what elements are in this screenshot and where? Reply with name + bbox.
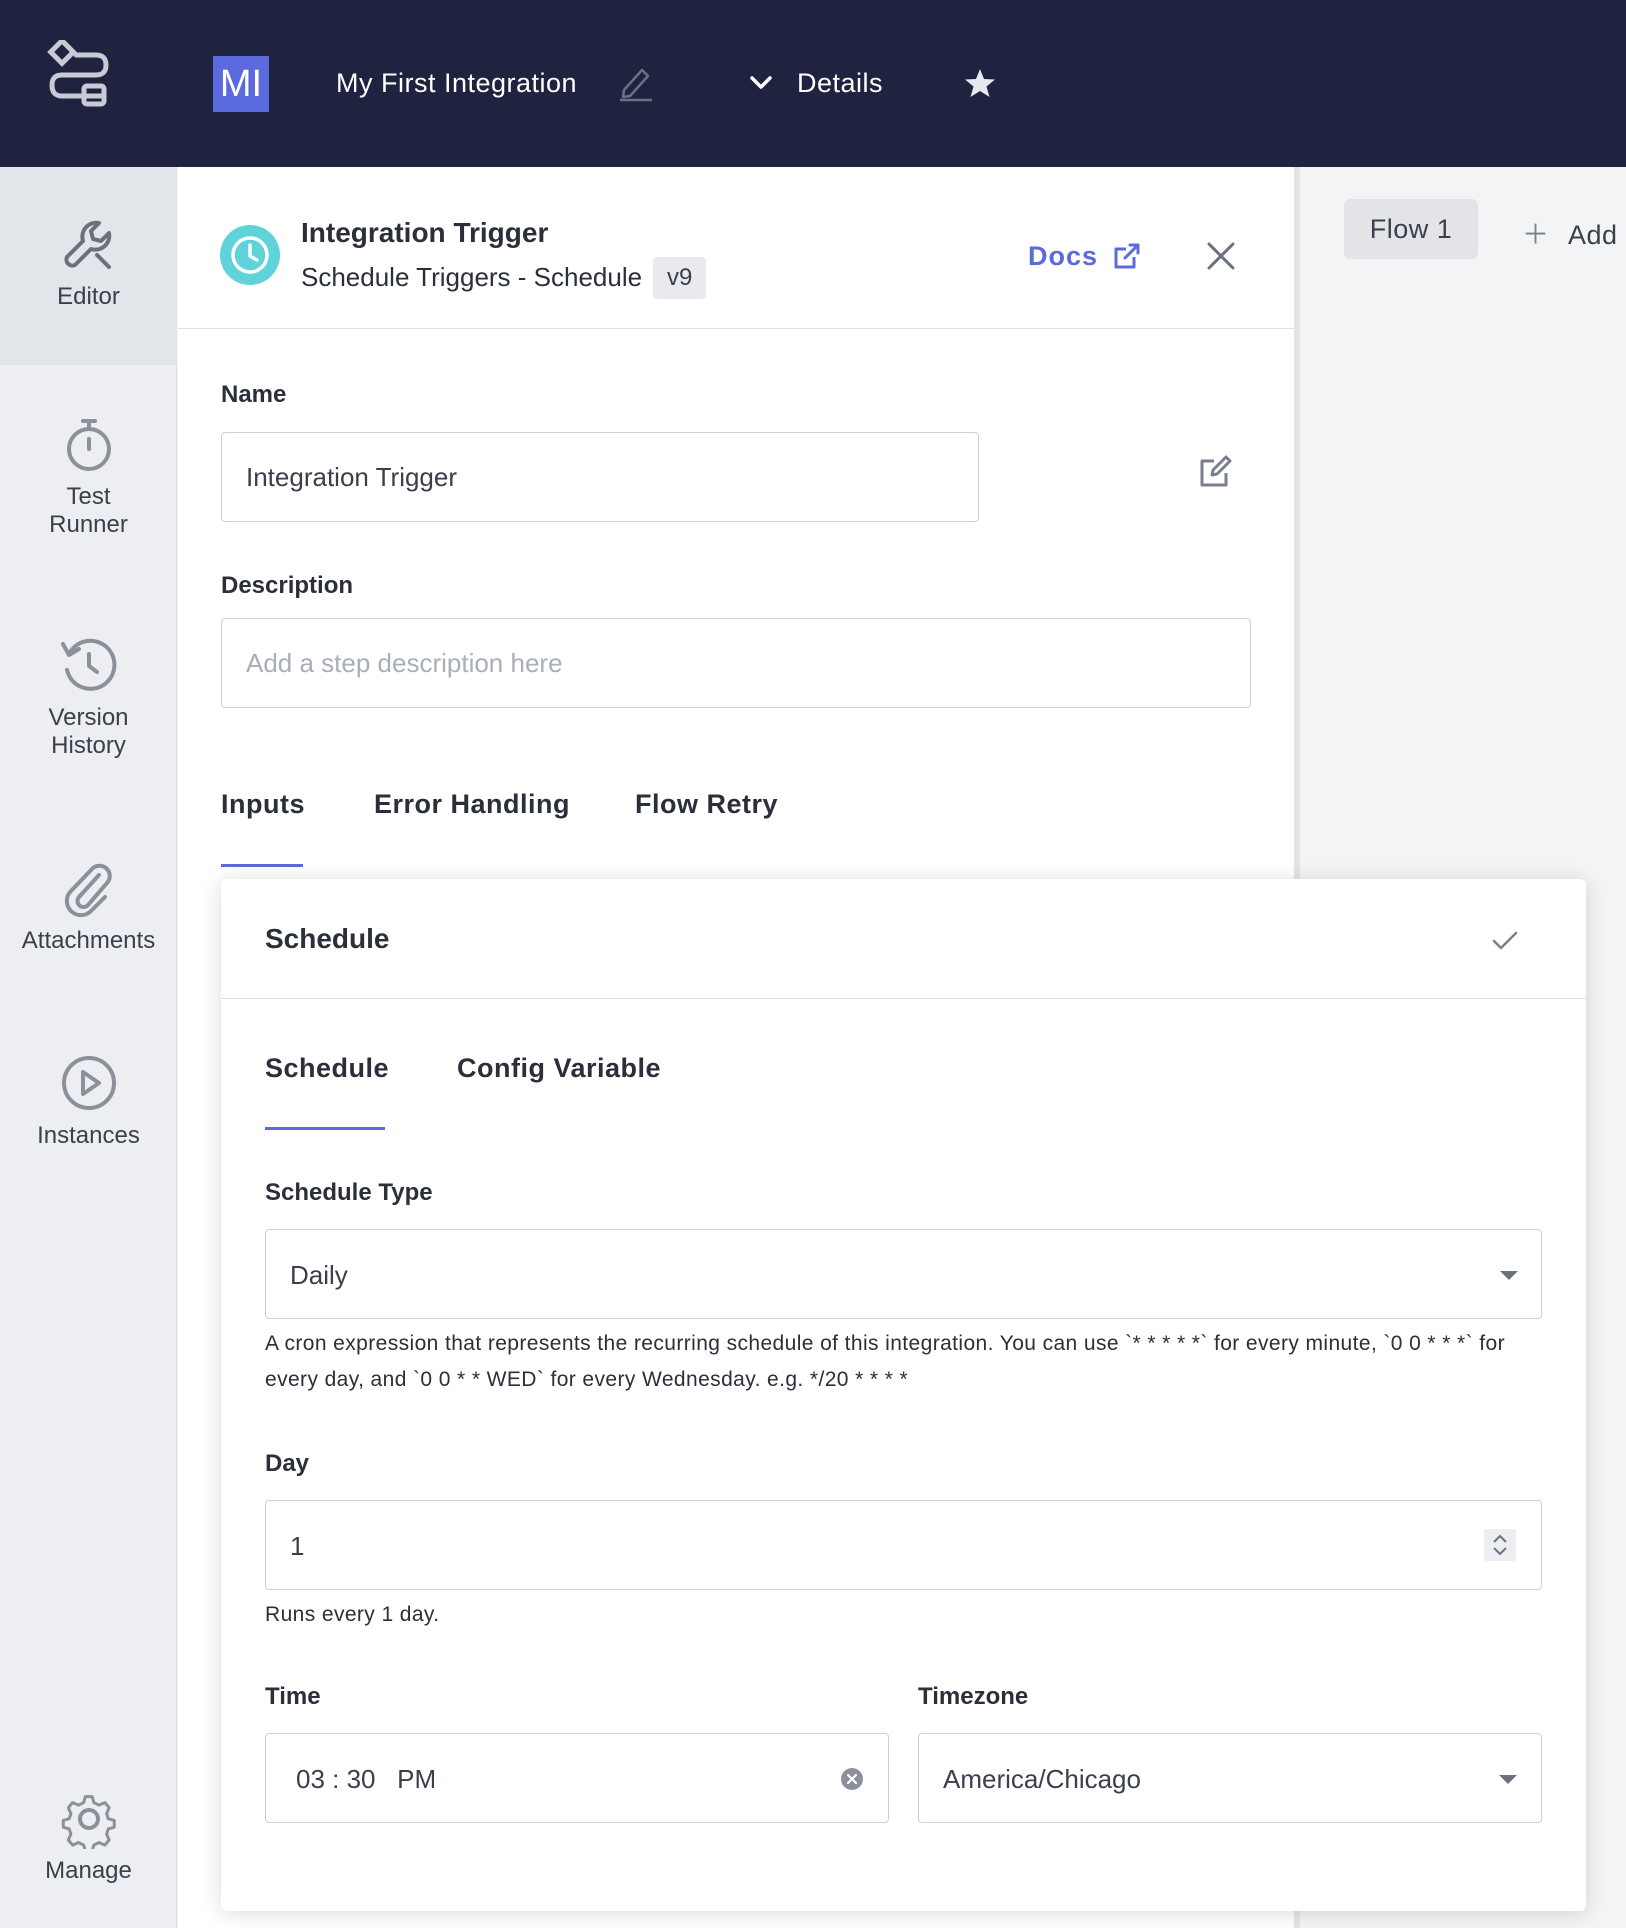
stopwatch-icon: [66, 419, 111, 471]
wrench-icon: [63, 220, 111, 269]
rail-label: Editor: [57, 283, 120, 310]
day-value: 1: [290, 1531, 305, 1561]
top-bar: MI My First Integration Details: [0, 0, 1626, 167]
add-flow-label: Add: [1568, 220, 1618, 250]
paperclip-icon: [64, 863, 112, 918]
number-stepper[interactable]: [1484, 1529, 1516, 1561]
docs-link[interactable]: Docs: [1028, 241, 1098, 272]
rail-label: Test Runner: [49, 483, 128, 538]
step-title: Integration Trigger: [301, 217, 549, 248]
details-dropdown[interactable]: Details: [797, 68, 883, 99]
version-badge: v9: [653, 257, 707, 299]
step-header: Integration Trigger Schedule Triggers - …: [178, 167, 1294, 329]
tab-inputs[interactable]: Inputs: [221, 789, 305, 820]
rail-item-manage[interactable]: Manage: [0, 1789, 177, 1885]
rail-item-attachments[interactable]: Attachments: [0, 857, 177, 955]
rail-label: Manage: [45, 1857, 132, 1884]
schedule-type-value: Daily: [290, 1260, 348, 1290]
stepper-arrows-icon: [1493, 1534, 1507, 1556]
name-input[interactable]: [221, 432, 979, 522]
play-circle-icon: [61, 1056, 116, 1110]
edit-icon[interactable]: [1198, 453, 1234, 489]
pencil-icon[interactable]: [618, 62, 654, 102]
schedule-type-label: Schedule Type: [265, 1179, 433, 1206]
rail-item-editor[interactable]: Editor: [0, 167, 177, 365]
description-input[interactable]: [221, 618, 1251, 708]
active-subtab-indicator: [265, 1127, 385, 1130]
check-icon[interactable]: [1489, 925, 1521, 957]
description-label: Description: [221, 572, 354, 599]
add-flow-button[interactable]: ＋ Add: [1522, 213, 1618, 252]
timezone-label: Timezone: [918, 1683, 1029, 1710]
integration-logo-icon[interactable]: [44, 40, 114, 110]
history-icon: [60, 638, 116, 691]
tab-error-handling[interactable]: Error Handling: [374, 789, 570, 820]
caret-down-icon: [1499, 1775, 1517, 1784]
clear-icon[interactable]: [840, 1767, 864, 1791]
time-value: 03 : 30 PM: [296, 1764, 437, 1794]
integration-avatar: MI: [213, 56, 269, 112]
star-icon[interactable]: [963, 66, 997, 100]
day-label: Day: [265, 1450, 310, 1477]
time-input[interactable]: 03 : 30 PM: [265, 1733, 889, 1823]
subtab-config-variable[interactable]: Config Variable: [457, 1053, 661, 1084]
rail-item-test-runner[interactable]: Test Runner: [0, 415, 177, 539]
subtab-schedule[interactable]: Schedule: [265, 1053, 389, 1084]
active-tab-indicator: [221, 864, 303, 867]
time-label: Time: [265, 1683, 321, 1710]
flow-tab-1[interactable]: Flow 1: [1344, 199, 1478, 259]
left-nav-rail: Editor Test Runner Version History Attac…: [0, 167, 177, 1928]
rail-item-version-history[interactable]: Version History: [0, 634, 177, 760]
timezone-select[interactable]: America/Chicago: [918, 1733, 1542, 1823]
caret-down-icon: [1500, 1271, 1518, 1280]
rail-item-instances[interactable]: Instances: [0, 1052, 177, 1150]
rail-label: Version History: [48, 704, 129, 759]
name-label: Name: [221, 381, 287, 408]
cron-help-text: A cron expression that represents the re…: [265, 1332, 1505, 1391]
step-subtitle: Schedule Triggers - Schedule: [301, 262, 643, 292]
timezone-value: America/Chicago: [943, 1764, 1141, 1794]
chevron-down-icon[interactable]: [748, 70, 774, 96]
rail-label: Attachments: [21, 927, 156, 954]
day-number-input[interactable]: 1: [265, 1500, 1542, 1590]
tab-flow-retry[interactable]: Flow Retry: [635, 789, 778, 820]
gear-icon: [61, 1795, 116, 1849]
schedule-type-select[interactable]: Daily: [265, 1229, 1542, 1319]
integration-title: My First Integration: [336, 68, 578, 98]
clock-icon: [220, 225, 280, 285]
external-link-icon[interactable]: [1112, 241, 1142, 271]
plus-icon: ＋: [1522, 220, 1550, 250]
close-icon[interactable]: [1204, 239, 1238, 273]
rail-label: Instances: [37, 1122, 140, 1149]
day-help-text: Runs every 1 day.: [265, 1603, 440, 1626]
schedule-input-card: Schedule Schedule Config Variable Schedu…: [221, 879, 1586, 1911]
card-title: Schedule: [265, 923, 390, 954]
card-header: Schedule: [221, 879, 1586, 999]
